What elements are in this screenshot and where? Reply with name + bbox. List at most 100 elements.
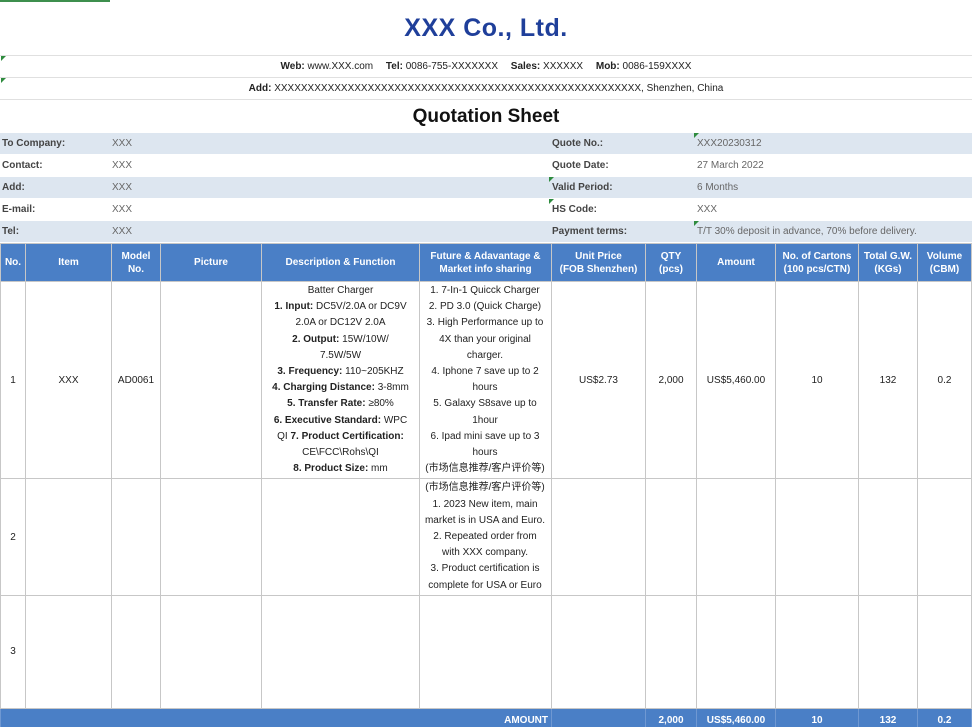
sales-value: XXXXXX bbox=[543, 61, 584, 72]
cell-picture[interactable] bbox=[160, 478, 262, 596]
cell-amount[interactable] bbox=[696, 594, 776, 709]
cell-qty[interactable] bbox=[645, 594, 697, 709]
web-label: Web: bbox=[280, 61, 305, 72]
cell-description[interactable] bbox=[261, 478, 420, 596]
col-volume: Volume (CBM) bbox=[917, 243, 972, 282]
col-unit-price: Unit Price (FOB Shenzhen) bbox=[551, 243, 646, 282]
payment-terms-value[interactable]: T/T 30% deposit in advance, 70% before d… bbox=[697, 221, 917, 243]
sheet-title: Quotation Sheet bbox=[412, 106, 560, 127]
contact-label: Contact: bbox=[2, 160, 43, 171]
cell-volume[interactable] bbox=[917, 478, 972, 596]
contact-line: Web: www.XXX.com Tel: 0086-755-XXXXXXX S… bbox=[0, 56, 972, 78]
address-label: Add: bbox=[248, 83, 272, 94]
cell-picture[interactable] bbox=[160, 594, 262, 709]
cell-model[interactable]: AD0061 bbox=[111, 280, 161, 480]
cell-unit-price[interactable] bbox=[551, 478, 646, 596]
cell-description[interactable] bbox=[261, 594, 420, 709]
table-row: 3 bbox=[0, 594, 972, 709]
cell-qty[interactable] bbox=[645, 478, 697, 596]
sales-label: Sales: bbox=[510, 61, 541, 72]
cell-qty[interactable]: 2,000 bbox=[645, 280, 697, 480]
comment-marker-icon bbox=[1, 56, 6, 61]
tel-info-value[interactable]: XXX bbox=[112, 221, 132, 243]
hs-code-label: HS Code: bbox=[552, 204, 597, 215]
cell-item[interactable]: XXX bbox=[25, 280, 112, 480]
company-name: XXX Co., Ltd. bbox=[404, 14, 568, 42]
cell-item[interactable] bbox=[25, 594, 112, 709]
cell-amount[interactable] bbox=[696, 478, 776, 596]
to-company-value[interactable]: XXX bbox=[112, 133, 132, 155]
table-row: 2 (市场信息推荐/客户评价等) 1. 2023 New item, main … bbox=[0, 478, 972, 596]
cell-unit-price[interactable]: US$2.73 bbox=[551, 280, 646, 480]
info-row: Tel: XXX Payment terms: T/T 30% deposit … bbox=[0, 221, 972, 243]
total-volume: 0.2 bbox=[917, 707, 972, 727]
cell-model[interactable] bbox=[111, 594, 161, 709]
col-amount: Amount bbox=[696, 243, 776, 282]
mob-label: Mob: bbox=[595, 61, 620, 72]
to-company-label: To Company: bbox=[2, 138, 66, 149]
total-qty: 2,000 bbox=[645, 707, 697, 727]
total-cartons: 10 bbox=[775, 707, 859, 727]
email-label: E-mail: bbox=[2, 204, 36, 215]
quote-info: To Company: XXX Quote No.: XXX20230312 C… bbox=[0, 133, 972, 243]
web-value: www.XXX.com bbox=[307, 61, 374, 72]
cell-features[interactable] bbox=[419, 594, 552, 709]
company-header: XXX Co., Ltd. bbox=[0, 0, 972, 56]
cell-gross-weight[interactable]: 132 bbox=[858, 280, 918, 480]
cell-picture[interactable] bbox=[160, 280, 262, 480]
table-row: 1 XXX AD0061 Batter Charger 1. Input: DC… bbox=[0, 280, 972, 480]
info-row: Add: XXX Valid Period: 6 Months bbox=[0, 177, 972, 199]
payment-terms-label: Payment terms: bbox=[552, 226, 628, 237]
col-cartons: No. of Cartons (100 pcs/CTN) bbox=[775, 243, 859, 282]
cell-unit-price[interactable] bbox=[551, 594, 646, 709]
comment-marker-icon bbox=[1, 78, 6, 83]
contact-value[interactable]: XXX bbox=[112, 155, 132, 177]
total-row: AMOUNT 2,000 US$5,460.00 10 132 0.2 bbox=[0, 707, 972, 727]
col-qty: QTY (pcs) bbox=[645, 243, 697, 282]
quote-date-value[interactable]: 27 March 2022 bbox=[697, 155, 764, 177]
valid-period-value[interactable]: 6 Months bbox=[697, 177, 738, 199]
cell-no[interactable]: 2 bbox=[0, 478, 26, 596]
cell-cartons[interactable] bbox=[775, 594, 859, 709]
col-features: Future & Adavantage & Market info sharing bbox=[419, 243, 552, 282]
cell-cartons[interactable]: 10 bbox=[775, 280, 859, 480]
cell-gross-weight[interactable] bbox=[858, 478, 918, 596]
info-row: Contact: XXX Quote Date: 27 March 2022 bbox=[0, 155, 972, 177]
total-amount: US$5,460.00 bbox=[696, 707, 776, 727]
total-gross-weight: 132 bbox=[858, 707, 918, 727]
quote-no-value[interactable]: XXX20230312 bbox=[697, 133, 762, 155]
total-unit-price bbox=[551, 707, 646, 727]
address-value: XXXXXXXXXXXXXXXXXXXXXXXXXXXXXXXXXXXXXXXX… bbox=[274, 83, 724, 94]
tel-info-label: Tel: bbox=[2, 226, 20, 237]
cell-no[interactable]: 3 bbox=[0, 594, 26, 709]
cell-amount[interactable]: US$5,460.00 bbox=[696, 280, 776, 480]
info-row: To Company: XXX Quote No.: XXX20230312 bbox=[0, 133, 972, 155]
cell-description[interactable]: Batter Charger 1. Input: DC5V/2.0A or DC… bbox=[261, 280, 420, 480]
hs-code-value[interactable]: XXX bbox=[697, 199, 717, 221]
valid-period-label: Valid Period: bbox=[552, 182, 613, 193]
total-label: AMOUNT bbox=[0, 707, 552, 727]
table-header-row: No. Item Model No. Picture Description & … bbox=[0, 243, 972, 282]
cell-features[interactable]: 1. 7-In-1 Quicck Charger 2. PD 3.0 (Quic… bbox=[419, 280, 552, 480]
cell-cartons[interactable] bbox=[775, 478, 859, 596]
col-gross-weight: Total G.W. (KGs) bbox=[858, 243, 918, 282]
cell-volume[interactable] bbox=[917, 594, 972, 709]
add-value[interactable]: XXX bbox=[112, 177, 132, 199]
add-label: Add: bbox=[2, 182, 25, 193]
quotation-sheet: XXX Co., Ltd. Web: www.XXX.com Tel: 0086… bbox=[0, 0, 972, 727]
col-description: Description & Function bbox=[261, 243, 420, 282]
col-picture: Picture bbox=[160, 243, 262, 282]
cell-model[interactable] bbox=[111, 478, 161, 596]
mob-value: 0086-159XXXX bbox=[622, 61, 692, 72]
cell-no[interactable]: 1 bbox=[0, 280, 26, 480]
title-row: Quotation Sheet bbox=[0, 100, 972, 133]
cell-volume[interactable]: 0.2 bbox=[917, 280, 972, 480]
email-value[interactable]: XXX bbox=[112, 199, 132, 221]
cell-features[interactable]: (市场信息推荐/客户评价等) 1. 2023 New item, main ma… bbox=[419, 478, 552, 596]
col-no: No. bbox=[0, 243, 26, 282]
cell-item[interactable] bbox=[25, 478, 112, 596]
tel-value: 0086-755-XXXXXXX bbox=[405, 61, 499, 72]
col-item: Item bbox=[25, 243, 112, 282]
cell-gross-weight[interactable] bbox=[858, 594, 918, 709]
quote-no-label: Quote No.: bbox=[552, 138, 604, 149]
